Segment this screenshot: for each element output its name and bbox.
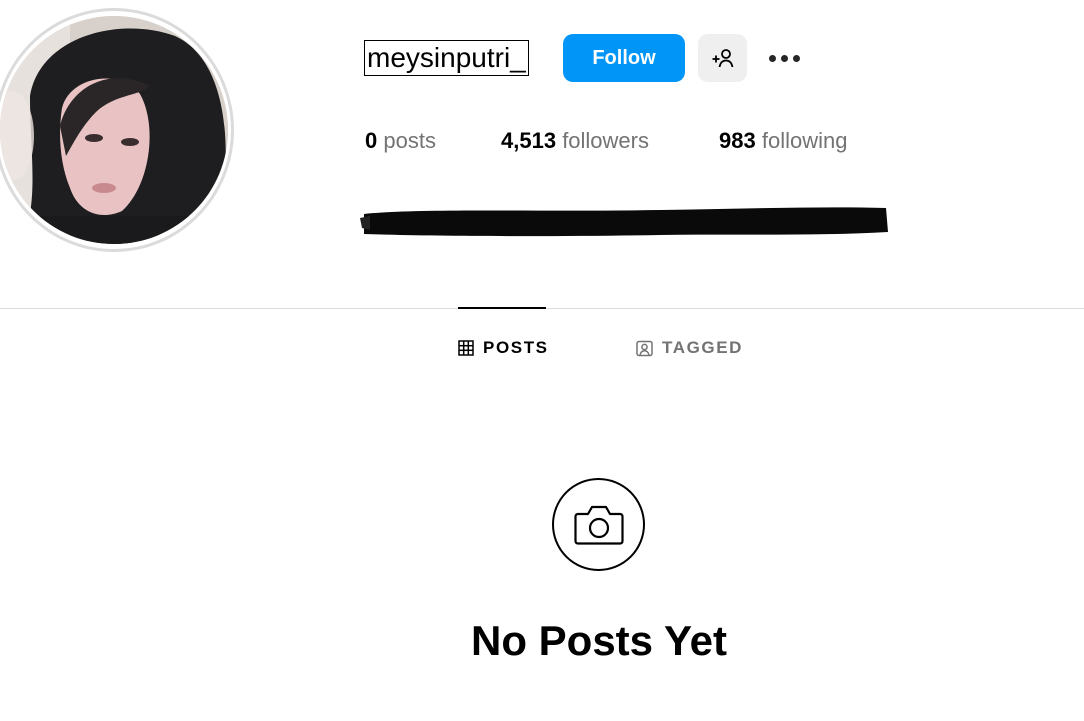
following-count[interactable]: 983 following	[719, 126, 847, 156]
followers-count[interactable]: 4,513 followers	[501, 126, 649, 156]
more-options-icon	[768, 54, 776, 62]
active-tab-indicator	[458, 307, 546, 309]
following-count-label: following	[761, 128, 848, 153]
more-options-dot	[780, 54, 788, 62]
tab-posts-label: POSTS	[483, 338, 549, 357]
followers-count-value: 4,513	[501, 128, 557, 153]
profile-stats: 0 posts 4,513 followers 983 following	[0, 126, 1084, 156]
follow-button[interactable]: Follow	[563, 34, 685, 82]
followers-count-label: followers	[562, 128, 649, 153]
grid-icon	[458, 340, 474, 356]
more-options-dot	[792, 54, 800, 62]
posts-count-value: 0	[365, 128, 378, 153]
username: meysinputri_	[364, 40, 529, 76]
tagged-icon	[636, 340, 653, 356]
following-count-value: 983	[719, 128, 756, 153]
suggested-accounts-button[interactable]	[698, 34, 747, 82]
redacted-bio	[360, 207, 888, 237]
posts-count: 0 posts	[365, 126, 436, 156]
empty-state-title: No Posts Yet	[471, 617, 727, 664]
tab-tagged-label: TAGGED	[662, 338, 744, 357]
tab-tagged[interactable]: TAGGED	[636, 336, 743, 360]
add-person-icon	[712, 49, 733, 68]
profile-page: meysinputri_ Follow 0 posts 4,513 follow…	[0, 0, 1084, 721]
tab-posts[interactable]: POSTS	[458, 336, 549, 360]
empty-state-camera	[552, 478, 645, 571]
posts-count-label: posts	[383, 128, 436, 153]
more-options-button[interactable]	[762, 42, 806, 74]
camera-icon	[573, 505, 624, 545]
